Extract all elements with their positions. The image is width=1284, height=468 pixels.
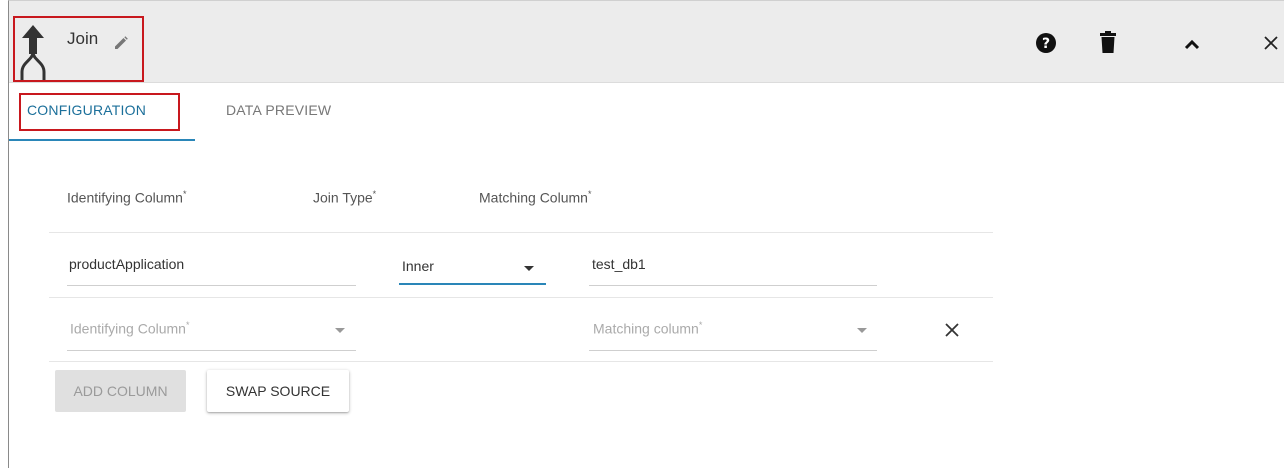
collapse-icon[interactable]	[1184, 38, 1200, 50]
panel-header	[9, 1, 1284, 83]
identifying-column-dropdown-icon[interactable]	[335, 328, 345, 333]
row-divider	[49, 232, 993, 233]
identifying-column-select[interactable]: Identifying Column*	[70, 320, 189, 337]
identifying-column-underline	[67, 285, 356, 286]
help-icon[interactable]: ?	[1035, 32, 1057, 54]
remove-row-icon[interactable]	[944, 322, 960, 338]
matching-column-select-underline	[589, 350, 877, 351]
row-divider	[49, 297, 993, 298]
configuration-tab-highlight	[19, 93, 180, 131]
tab-data-preview[interactable]: DATA PREVIEW	[226, 102, 331, 118]
svg-text:?: ?	[1042, 36, 1050, 52]
edit-pencil-icon[interactable]	[113, 35, 129, 51]
join-type-underline	[399, 283, 546, 285]
active-tab-indicator	[9, 139, 195, 141]
add-column-button[interactable]: ADD COLUMN	[55, 370, 186, 412]
join-type-dropdown-icon[interactable]	[524, 266, 534, 271]
swap-source-button[interactable]: SWAP SOURCE	[207, 370, 349, 412]
matching-column-select[interactable]: Matching column*	[593, 320, 702, 337]
identifying-column-select-underline	[67, 350, 356, 351]
identifying-column-header: Identifying Column*	[67, 189, 187, 206]
row-divider	[49, 361, 993, 362]
matching-column-dropdown-icon[interactable]	[857, 328, 867, 333]
close-icon[interactable]	[1263, 35, 1279, 51]
matching-column-underline	[589, 285, 877, 286]
matching-column-header: Matching Column*	[479, 189, 592, 206]
tab-bar: CONFIGURATION DATA PREVIEW	[9, 82, 1284, 142]
delete-icon[interactable]	[1100, 31, 1116, 53]
join-type-header: Join Type*	[313, 189, 377, 206]
node-title: Join	[67, 29, 99, 48]
matching-column-value[interactable]: test_db1	[592, 256, 646, 272]
identifying-column-value[interactable]: productApplication	[69, 256, 184, 272]
join-type-select[interactable]: Inner	[402, 258, 434, 274]
